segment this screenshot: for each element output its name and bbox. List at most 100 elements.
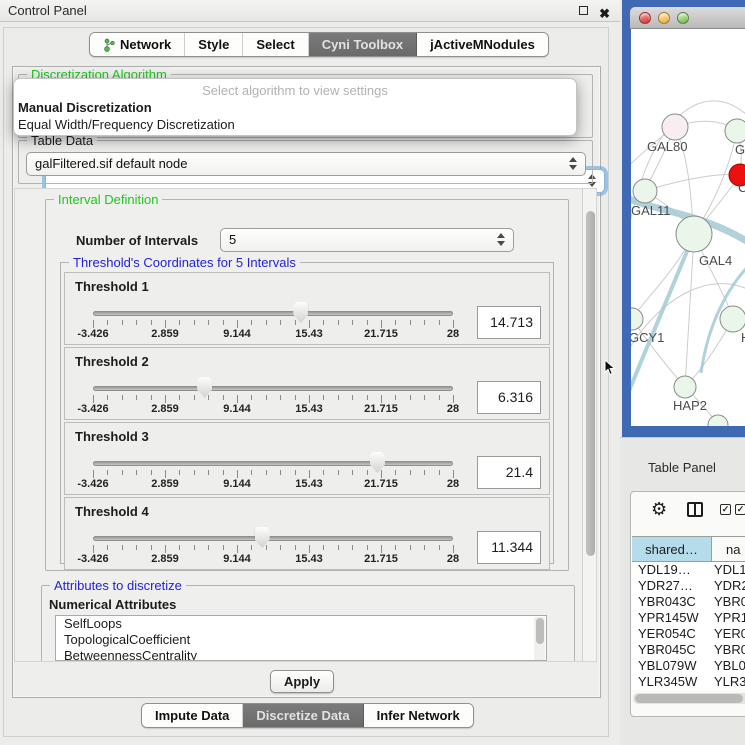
slider-tick	[179, 470, 180, 475]
threshold-value-field[interactable]: 21.4	[477, 456, 541, 489]
network-node-label: HAP2	[673, 398, 707, 413]
tab-select[interactable]: Select	[243, 33, 308, 56]
slider-scale-label: 9.144	[223, 328, 251, 340]
attribute-list-scrollbar[interactable]	[534, 617, 545, 661]
slider-tick	[208, 545, 209, 550]
slider-scale-label: 9.144	[223, 478, 251, 490]
slider-tick	[223, 470, 224, 475]
settings-scrollbar[interactable]	[582, 189, 597, 661]
control-panel: Control Panel ✖ Network Style Select Cyn…	[0, 0, 620, 745]
slider-tick	[93, 470, 94, 478]
network-node[interactable]	[676, 216, 712, 252]
slider-tick	[280, 395, 281, 400]
tab-infer-network[interactable]: Infer Network	[364, 704, 473, 727]
table-rows: YDL19… YDL1 YDR27… YDR2 YBR043C YBR0 YPR…	[632, 562, 745, 690]
table-data-combobox[interactable]: galFiltered.sif default node	[26, 152, 586, 176]
slider-tick	[107, 320, 108, 325]
table-row[interactable]: YBL079W YBL0	[632, 658, 745, 674]
minimize-traffic-light-icon[interactable]	[658, 12, 670, 24]
table-row[interactable]: YBR043C YBR0	[632, 594, 745, 610]
table-row[interactable]: YPR145W YPR1	[632, 610, 745, 626]
slider-tick	[223, 320, 224, 325]
close-traffic-light-icon[interactable]	[639, 12, 651, 24]
attribute-list-item[interactable]: TopologicalCoefficient	[56, 632, 546, 648]
threshold-value-field[interactable]: 11.344	[477, 531, 541, 564]
slider-tick	[352, 470, 353, 475]
tab-cyni-toolbox[interactable]: Cyni Toolbox	[309, 33, 417, 56]
table-row[interactable]: YLR345W YLR3	[632, 674, 745, 690]
table-horizontal-scrollbar[interactable]	[633, 693, 745, 704]
gear-icon[interactable]: ⚙	[651, 499, 667, 520]
slider-scale-label: -3.426	[77, 403, 108, 415]
threshold-slider-track[interactable]	[93, 536, 453, 541]
tab-impute-data[interactable]: Impute Data	[142, 704, 243, 727]
network-node[interactable]	[708, 415, 728, 426]
threshold-slider-track[interactable]	[93, 311, 453, 316]
cell-shared-name: YDR27…	[632, 578, 714, 594]
network-edge[interactable]	[645, 175, 740, 191]
checkbox-icon[interactable]: ✓	[735, 504, 745, 515]
tab-style[interactable]: Style	[185, 33, 243, 56]
network-canvas[interactable]: GAL80GAL11GAL4GCY1HAP2GCH	[631, 29, 745, 426]
table-row[interactable]: YDL19… YDL1	[632, 562, 745, 578]
apply-button[interactable]: Apply	[270, 670, 334, 693]
slider-scale-labels: -3.4262.8599.14415.4321.71528	[93, 328, 453, 342]
slider-scale-label: 28	[447, 478, 459, 490]
threshold-slider-track[interactable]	[93, 461, 453, 466]
thresholds-group: Threshold's Coordinates for 5 Intervals …	[60, 262, 554, 564]
threshold-panel: Threshold 3 -3.4262.8599.14415.4321.7152…	[64, 422, 550, 495]
number-of-intervals-combobox[interactable]: 5	[220, 228, 514, 252]
table-horizontal-scrollbar-thumb[interactable]	[635, 694, 743, 703]
tab-discretize-data[interactable]: Discretize Data	[243, 704, 363, 727]
slider-tick	[309, 395, 310, 403]
bottom-tabstrip: Impute Data Discretize Data Infer Networ…	[141, 703, 474, 728]
table-row[interactable]: YDR27… YDR2	[632, 578, 745, 594]
threshold-slider-track[interactable]	[93, 386, 453, 391]
checkbox-icon[interactable]: ✓	[720, 504, 731, 515]
slider-tick	[194, 545, 195, 550]
slider-tick	[223, 395, 224, 400]
attribute-list-item[interactable]: BetweennessCentrality	[56, 648, 546, 661]
threshold-value-field[interactable]: 6.316	[477, 381, 541, 414]
algorithm-option-manual[interactable]: Manual Discretization	[18, 100, 152, 115]
float-window-icon[interactable]	[579, 6, 588, 15]
attribute-list-scrollbar-thumb[interactable]	[536, 618, 544, 644]
attributes-group-title: Attributes to discretize	[50, 578, 186, 593]
attribute-list-item[interactable]: SelfLoops	[56, 616, 546, 632]
slider-tick	[237, 545, 238, 553]
column-header-shared-name[interactable]: shared…	[632, 537, 712, 561]
slider-tick	[352, 545, 353, 550]
table-row[interactable]: YBR045C YBR0	[632, 642, 745, 658]
slider-scale-label: 28	[447, 403, 459, 415]
slider-tick	[295, 320, 296, 325]
algorithm-option-equal-width[interactable]: Equal Width/Frequency Discretization	[18, 117, 235, 132]
slider-tick	[251, 470, 252, 475]
network-node[interactable]	[720, 306, 745, 332]
slider-tick	[323, 545, 324, 550]
slider-tick	[424, 545, 425, 550]
slider-tick	[410, 395, 411, 400]
slider-tick	[381, 545, 382, 553]
network-node[interactable]	[725, 119, 745, 143]
close-icon[interactable]: ✖	[599, 3, 610, 24]
split-columns-icon[interactable]	[687, 502, 703, 517]
numerical-attributes-list[interactable]: SelfLoopsTopologicalCoefficientBetweenne…	[55, 615, 547, 661]
tab-jactivemnodules[interactable]: jActiveMNodules	[417, 33, 548, 56]
slider-scale-labels: -3.4262.8599.14415.4321.71528	[93, 478, 453, 492]
network-node[interactable]	[674, 376, 696, 398]
slider-scale-label: 9.144	[223, 403, 251, 415]
tab-network[interactable]: Network	[90, 33, 185, 56]
slider-tick	[194, 470, 195, 475]
network-node[interactable]	[662, 114, 688, 140]
slider-tick	[136, 320, 137, 325]
control-panel-tabstrip: Network Style Select Cyni Toolbox jActiv…	[89, 32, 549, 57]
column-header-name[interactable]: na	[712, 537, 745, 561]
settings-scrollbar-thumb[interactable]	[586, 211, 595, 556]
table-row[interactable]: YER054C YER0	[632, 626, 745, 642]
network-node[interactable]	[631, 308, 643, 330]
slider-scale-label: 15.43	[295, 328, 323, 340]
network-node[interactable]	[633, 179, 657, 203]
zoom-traffic-light-icon[interactable]	[677, 12, 689, 24]
threshold-value-field[interactable]: 14.713	[477, 306, 541, 339]
cell-name: YLR3	[714, 674, 745, 690]
